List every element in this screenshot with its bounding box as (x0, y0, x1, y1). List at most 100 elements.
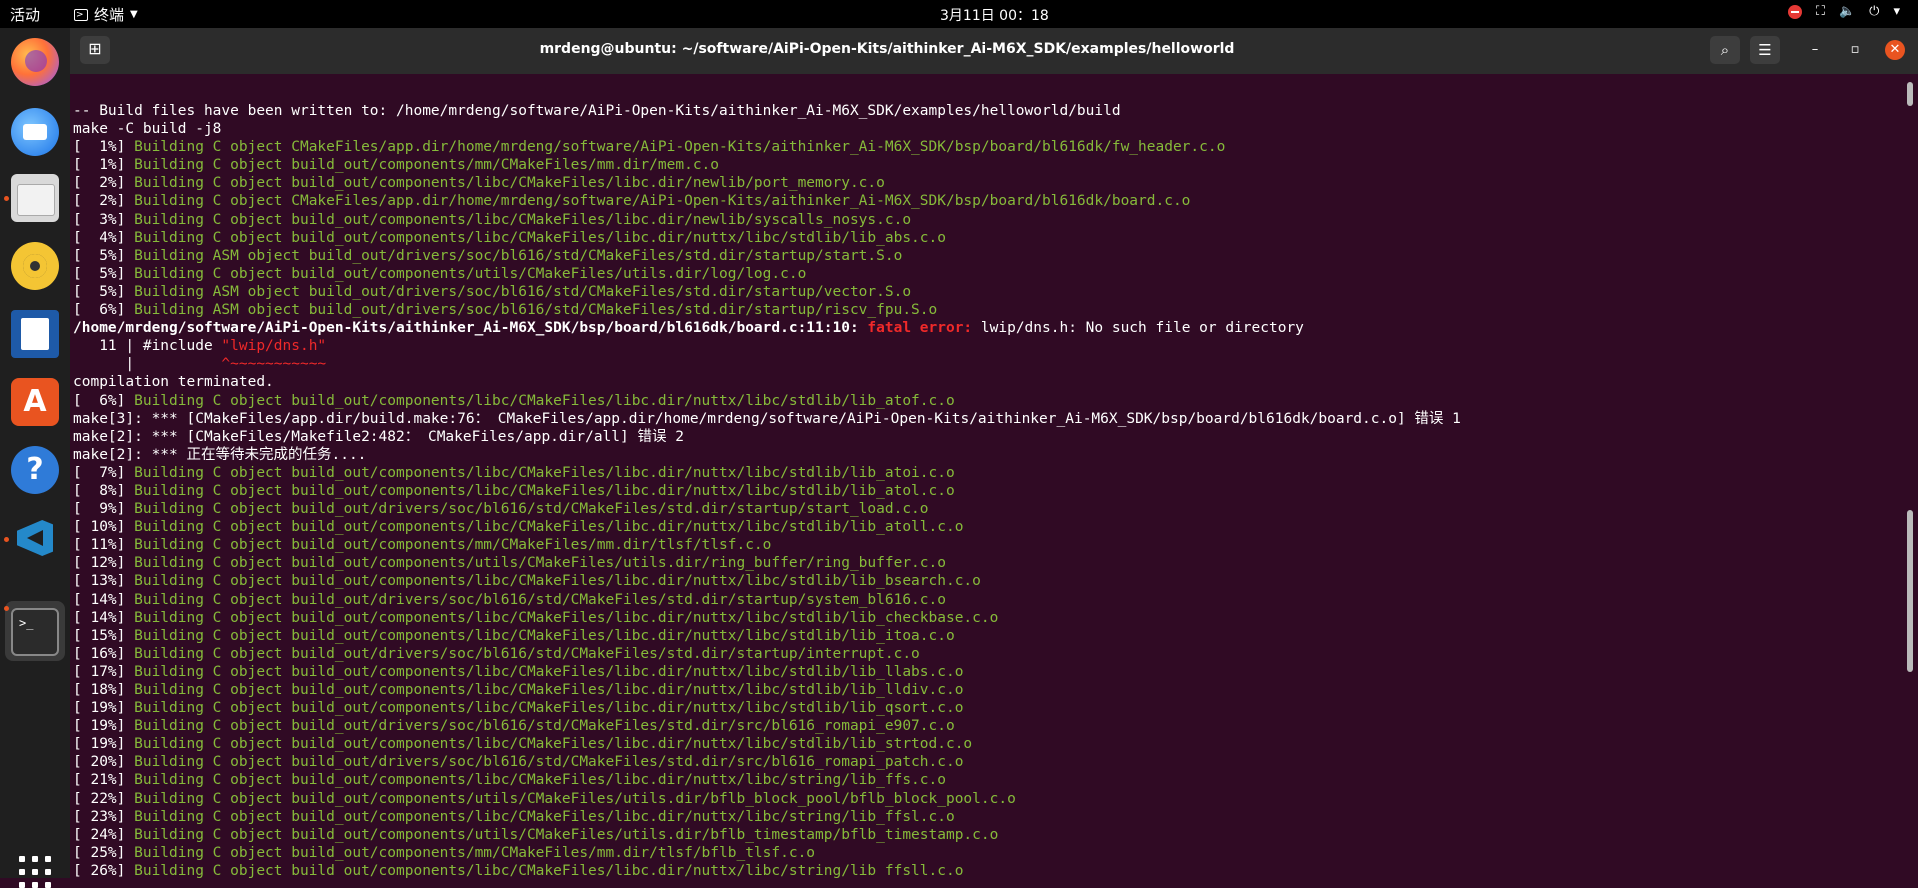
build-text: Building C object CMakeFiles/app.dir/hom… (134, 193, 1191, 210)
progress: [ 11%] (73, 537, 135, 554)
close-button[interactable]: ✕ (1885, 40, 1905, 60)
progress: [ 7%] (73, 464, 135, 481)
progress: [ 10%] (73, 519, 135, 536)
rhythmbox-icon[interactable] (11, 242, 59, 290)
terminal-scrollbar[interactable] (1907, 82, 1913, 878)
terminal-line: [ 21%] Building C object build_out/compo… (73, 771, 1461, 789)
terminal-line: [ 14%] Building C object build_out/compo… (73, 609, 1461, 627)
terminal-line: compilation terminated. (73, 374, 274, 391)
progress: [ 24%] (73, 826, 135, 843)
terminal-line: make[3]: *** [CMakeFiles/app.dir/build.m… (73, 410, 1461, 427)
system-tray[interactable]: ⛶ 🔈 ⏻ ▾ (1787, 4, 1900, 19)
progress: [ 6%] (73, 392, 135, 409)
terminal-line: [ 23%] Building C object build_out/compo… (73, 808, 1461, 826)
progress: [ 19%] (73, 718, 135, 735)
terminal-view[interactable]: -- Build files have been written to: /ho… (70, 74, 1908, 878)
progress: [ 5%] (73, 283, 135, 300)
build-text: Building C object build_out/components/l… (134, 808, 955, 825)
progress: [ 6%] (73, 302, 135, 319)
build-text: Building C object build_out/components/l… (134, 736, 973, 753)
terminal-line: [ 8%] Building C object build_out/compon… (73, 482, 1461, 500)
terminal-line: [ 12%] Building C object build_out/compo… (73, 554, 1461, 572)
do-not-disturb-icon[interactable] (1787, 4, 1802, 19)
terminal-line: make[2]: *** 正在等待未完成的任务.... (73, 446, 367, 463)
source-prefix: 11 | #include (73, 338, 222, 355)
activities-button[interactable]: 活动 (10, 4, 40, 25)
build-text: Building C object build_out/components/l… (134, 519, 964, 536)
search-button[interactable]: ⌕ (1710, 36, 1740, 64)
thunderbird-icon[interactable] (11, 108, 59, 156)
terminal-line: make -C build -j8 (73, 121, 222, 138)
dock: A ? >_ (0, 28, 70, 888)
terminal-line: [ 2%] Building C object build_out/compon… (73, 174, 1461, 192)
build-text: Building C object build_out/drivers/soc/… (134, 501, 929, 518)
clock[interactable]: 3月11日 00：18 (940, 5, 1049, 25)
build-text: Building ASM object build_out/drivers/so… (134, 302, 938, 319)
build-text: Building C object build_out/components/l… (134, 862, 964, 878)
help-icon[interactable]: ? (11, 446, 59, 494)
progress: [ 16%] (73, 645, 135, 662)
terminal-line: [ 13%] Building C object build_out/compo… (73, 572, 1461, 590)
error-location: /home/mrdeng/software/AiPi-Open-Kits/ait… (73, 320, 868, 337)
build-text: Building C object build_out/components/m… (134, 157, 720, 174)
search-icon: ⌕ (1720, 41, 1730, 59)
firefox-icon[interactable] (11, 38, 59, 86)
error-line: /home/mrdeng/software/AiPi-Open-Kits/ait… (73, 319, 1461, 337)
progress: [ 13%] (73, 573, 135, 590)
terminal-line: [ 22%] Building C object build_out/compo… (73, 790, 1461, 808)
libreoffice-writer-icon[interactable] (11, 310, 59, 358)
progress: [ 12%] (73, 555, 135, 572)
progress: [ 2%] (73, 175, 135, 192)
progress: [ 2%] (73, 193, 135, 210)
progress: [ 20%] (73, 754, 135, 771)
scroll-indicator-top[interactable] (1907, 82, 1913, 106)
scrollbar-thumb[interactable] (1907, 510, 1913, 672)
window-title: mrdeng@ubuntu: ~/software/AiPi-Open-Kits… (539, 41, 1235, 57)
build-text: Building C object build_out/components/l… (134, 663, 964, 680)
volume-icon[interactable]: 🔈 (1839, 4, 1855, 19)
build-text: Building C object build_out/components/l… (134, 573, 981, 590)
build-text: Building C object build_out/components/l… (134, 229, 946, 246)
app-menu[interactable]: > 终端 ▼ (74, 4, 138, 25)
progress: [ 9%] (73, 501, 135, 518)
progress: [ 19%] (73, 700, 135, 717)
vscode-icon[interactable] (11, 514, 59, 562)
terminal-line: [ 25%] Building C object build_out/compo… (73, 844, 1461, 862)
build-text: Building C object build_out/drivers/soc/… (134, 645, 920, 662)
terminal-line: [ 26%] Building C object build_out/compo… (73, 862, 1461, 878)
menu-button[interactable]: ☰ (1750, 36, 1780, 64)
files-icon[interactable] (11, 174, 59, 222)
build-text: Building C object build_out/drivers/soc/… (134, 718, 955, 735)
terminal-line: [ 15%] Building C object build_out/compo… (73, 627, 1461, 645)
progress: [ 26%] (73, 862, 135, 878)
power-icon[interactable]: ⏻ (1869, 4, 1879, 19)
progress: [ 14%] (73, 591, 135, 608)
build-text: Building C object build_out/components/l… (134, 464, 955, 481)
terminal-line: [ 3%] Building C object build_out/compon… (73, 211, 1461, 229)
build-text: Building ASM object build_out/drivers/so… (134, 283, 912, 300)
progress: [ 4%] (73, 229, 135, 246)
terminal-line: [ 18%] Building C object build_out/compo… (73, 681, 1461, 699)
terminal-small-icon: > (74, 8, 88, 21)
app-store-icon[interactable]: A (11, 378, 59, 426)
show-applications-icon[interactable] (19, 856, 51, 888)
chevron-down-icon[interactable]: ▾ (1893, 4, 1900, 19)
build-text: Building ASM object build_out/drivers/so… (134, 247, 903, 264)
maximize-button[interactable]: ▫ (1845, 40, 1865, 60)
progress: [ 21%] (73, 772, 135, 789)
progress: [ 18%] (73, 682, 135, 698)
terminal-icon[interactable]: >_ (11, 608, 59, 656)
progress: [ 3%] (73, 211, 135, 228)
minimize-button[interactable]: – (1805, 40, 1825, 60)
build-text: Building C object build_out/components/l… (134, 609, 999, 626)
terminal-line: [ 20%] Building C object build_out/drive… (73, 753, 1461, 771)
network-icon[interactable]: ⛶ (1816, 4, 1825, 19)
build-text: Building C object build_out/components/l… (134, 627, 955, 644)
terminal-line: [ 5%] Building ASM object build_out/driv… (73, 247, 1461, 265)
progress: [ 8%] (73, 482, 135, 499)
build-text: Building C object build_out/components/u… (134, 826, 999, 843)
terminal-line: [ 14%] Building C object build_out/drive… (73, 591, 1461, 609)
terminal-line: [ 5%] Building ASM object build_out/driv… (73, 283, 1461, 301)
error-caret: ^~~~~~~~~~~~ (221, 356, 327, 373)
terminal-line: [ 11%] Building C object build_out/compo… (73, 536, 1461, 554)
